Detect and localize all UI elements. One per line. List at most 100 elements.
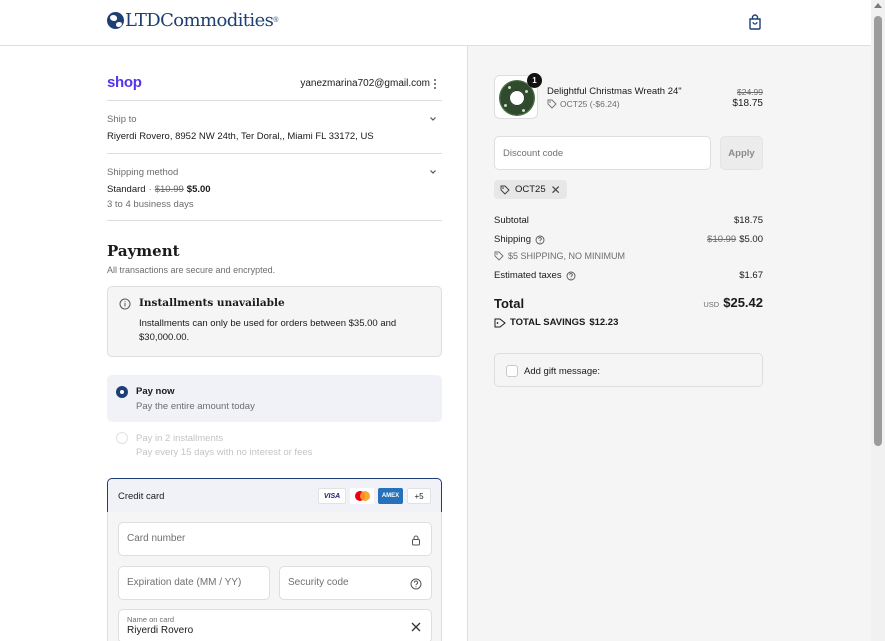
info-icon <box>119 298 131 310</box>
payment-title: Payment <box>107 242 180 260</box>
pay-now-subtitle: Pay the entire amount today <box>136 401 255 412</box>
expiration-date-field[interactable] <box>118 566 270 600</box>
scroll-up-arrow-icon[interactable] <box>874 3 882 8</box>
page-scrollbar[interactable] <box>871 0 885 641</box>
shipping-promo: $5 SHIPPING, NO MINIMUM <box>494 251 625 261</box>
amex-logo: AMEX <box>378 488 403 504</box>
pay-now-option[interactable]: Pay now Pay the entire amount today <box>107 375 442 422</box>
shipping-promo-text: $5 SHIPPING, NO MINIMUM <box>508 251 626 261</box>
cart-button[interactable] <box>746 13 764 31</box>
security-code-field[interactable] <box>279 566 432 600</box>
savings-value: $12.23 <box>589 317 619 328</box>
shipping-method-label: Shipping method <box>107 167 179 178</box>
shipping-label-text: Shipping <box>494 234 531 245</box>
store-logo[interactable]: LTDCommodities ® <box>107 10 278 31</box>
product-name: Delightful Christmas Wreath 24" <box>547 86 682 97</box>
shipping-summary-original: $10.99 <box>707 234 737 245</box>
shipping-summary-value: $10.99 $5.00 <box>680 234 763 245</box>
quantity-badge: 1 <box>527 73 542 88</box>
account-email: yanezmarina702@gmail.com <box>300 78 430 89</box>
divider <box>107 100 442 101</box>
mastercard-logo <box>350 488 374 504</box>
more-card-brands: +5 <box>407 488 431 504</box>
help-circle-icon[interactable] <box>535 235 545 245</box>
product-price: $18.75 <box>732 98 763 109</box>
discount-code-field[interactable] <box>494 136 711 170</box>
visa-logo: VISA <box>318 488 346 504</box>
globe-icon <box>107 12 124 29</box>
tag-icon <box>494 251 504 261</box>
chevron-down-icon <box>430 170 436 174</box>
tag-icon <box>500 185 510 195</box>
ship-to-label: Ship to <box>107 114 137 125</box>
ship-to-expand-button[interactable] <box>428 113 438 123</box>
name-on-card-field[interactable]: Name on card Riyerdi Rovero <box>118 609 432 641</box>
credit-card-label: Credit card <box>118 491 165 502</box>
discount-code-input[interactable] <box>503 148 693 159</box>
gift-message-label: Add gift message: <box>524 366 601 377</box>
taxes-label-text: Estimated taxes <box>494 270 562 281</box>
product-original-price: $24.99 <box>737 87 763 97</box>
shipping-summary-price: $5.00 <box>739 234 763 245</box>
applied-code-text: OCT25 <box>515 184 546 195</box>
clear-icon[interactable] <box>410 621 422 633</box>
mastercard-yellow-circle <box>360 491 370 501</box>
shipping-price: $5.00 <box>186 184 211 195</box>
pay-installments-radio <box>116 432 128 444</box>
product-discount: OCT25 (-$6.24) <box>547 99 620 109</box>
taxes-label: Estimated taxes <box>494 270 576 281</box>
tag-icon <box>547 99 557 109</box>
shipping-method-expand-button[interactable] <box>428 166 438 176</box>
shipping-eta: 3 to 4 business days <box>107 199 194 210</box>
payment-subtitle: All transactions are secure and encrypte… <box>107 265 276 275</box>
pay-installments-title: Pay in 2 installments <box>136 433 224 444</box>
help-circle-icon[interactable] <box>566 271 576 281</box>
installments-notice: Installments unavailable Installments ca… <box>107 286 442 357</box>
tag-icon <box>494 318 506 327</box>
shipping-method-value: Standard · $10.99 $5.00 <box>107 184 211 195</box>
name-on-card-label: Name on card <box>127 615 175 624</box>
product-discount-text: OCT25 (-$6.24) <box>560 99 620 109</box>
savings-label: TOTAL SAVINGS <box>510 317 586 328</box>
gift-message-option[interactable]: Add gift message: <box>494 353 763 387</box>
remove-code-icon[interactable]: ✕ <box>551 184 561 196</box>
site-header: LTDCommodities ® <box>0 0 871 46</box>
scrollbar-thumb[interactable] <box>874 16 882 446</box>
total-amount: $25.42 <box>723 295 763 310</box>
gift-message-checkbox[interactable] <box>506 365 518 377</box>
card-number-input[interactable] <box>127 533 393 544</box>
total-label: Total <box>494 296 525 311</box>
security-code-input[interactable] <box>288 577 417 588</box>
total-savings: TOTAL SAVINGS $12.23 <box>494 317 618 328</box>
shop-pay-logo: shop <box>107 74 142 91</box>
divider <box>107 153 442 154</box>
shipping-summary-label: Shipping <box>494 234 545 245</box>
name-on-card-value[interactable]: Riyerdi Rovero <box>127 625 193 636</box>
pay-now-title: Pay now <box>136 386 175 397</box>
ship-to-address: Riyerdi Rovero, 8952 NW 24th, Ter Doral,… <box>107 131 374 142</box>
registered-mark: ® <box>273 17 279 24</box>
installments-text: Installments can only be used for orders… <box>139 318 397 343</box>
chevron-down-icon <box>430 117 436 121</box>
card-number-field[interactable] <box>118 522 432 556</box>
divider <box>107 220 442 221</box>
apply-discount-button[interactable]: Apply <box>720 136 763 170</box>
pay-installments-subtitle: Pay every 15 days with no interest or fe… <box>136 447 313 458</box>
more-vertical-icon <box>434 79 436 89</box>
subtotal-label: Subtotal <box>494 215 529 226</box>
total-value: USD $25.42 <box>660 295 763 310</box>
subtotal-value: $18.75 <box>733 215 763 226</box>
lock-icon <box>412 535 420 546</box>
shopping-bag-icon <box>749 14 761 30</box>
shipping-separator: · <box>148 184 152 195</box>
wreath-decoration <box>525 90 528 93</box>
expiration-date-input[interactable] <box>127 577 255 588</box>
store-logo-text: LTDCommodities <box>125 10 274 31</box>
wreath-decoration <box>522 109 525 112</box>
pay-now-radio[interactable] <box>116 386 128 398</box>
taxes-value: $1.67 <box>739 270 763 281</box>
credit-card-option[interactable]: Credit card VISA AMEX +5 <box>107 478 442 513</box>
help-circle-icon[interactable] <box>410 578 422 590</box>
total-currency: USD <box>703 300 720 309</box>
account-menu-button[interactable] <box>433 78 437 93</box>
